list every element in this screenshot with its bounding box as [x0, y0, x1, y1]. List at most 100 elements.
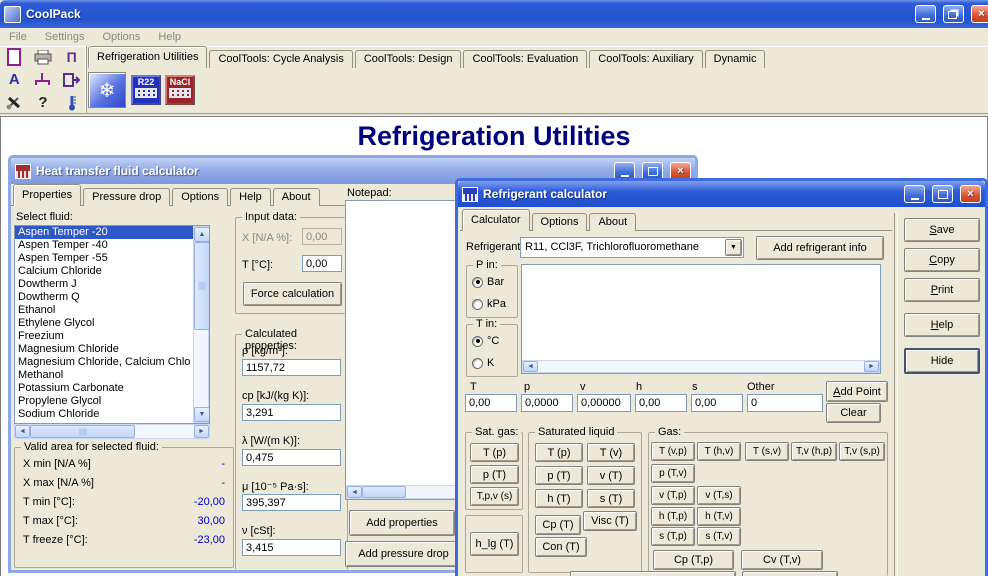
satliq-con-t-button[interactable]: Con (T): [535, 537, 587, 557]
gas-h-tp-button[interactable]: h (T,p): [651, 507, 695, 526]
cutoff-button[interactable]: [742, 571, 838, 576]
hlg-t-button[interactable]: h_lg (T): [470, 532, 519, 556]
exit-door-icon[interactable]: Π: [59, 47, 85, 68]
gas-t-hv-button[interactable]: T (h,v): [697, 442, 741, 461]
fluid-item[interactable]: Aspen Temper -55: [15, 252, 193, 265]
fluid-item[interactable]: Magnesium Chloride, Calcium Chlo: [15, 356, 193, 369]
fluid-item[interactable]: Potassium Carbonate: [15, 382, 193, 395]
menu-options[interactable]: Options: [93, 31, 149, 43]
p-field[interactable]: [521, 394, 573, 412]
minimize-button[interactable]: [915, 5, 936, 23]
scroll-right-arrow-icon[interactable]: ►: [194, 425, 209, 438]
refc-tab-about[interactable]: About: [589, 213, 636, 231]
scroll-left-arrow-icon[interactable]: ◄: [523, 361, 538, 372]
satliq-p-t-button[interactable]: p (T): [535, 466, 583, 485]
tab-cooltools-evaluation[interactable]: CoolTools: Evaluation: [463, 50, 587, 68]
menu-help[interactable]: Help: [149, 31, 190, 43]
scroll-left-arrow-icon[interactable]: ◄: [347, 486, 362, 498]
other-field[interactable]: [747, 394, 823, 412]
gas-t-vp-button[interactable]: T (v,p): [651, 442, 695, 461]
fluid-item[interactable]: Dowtherm Q: [15, 291, 193, 304]
refc-close-button[interactable]: ×: [960, 185, 981, 203]
print-button[interactable]: Print: [904, 278, 980, 302]
restore-button[interactable]: [943, 5, 964, 23]
clear-button[interactable]: Clear: [826, 403, 881, 423]
refc-minimize-button[interactable]: [904, 185, 925, 203]
dynamic-viscosity-field[interactable]: [242, 494, 341, 511]
gas-v-tp-button[interactable]: v (T,p): [651, 486, 695, 505]
fluid-item[interactable]: Ethylene Glycol: [15, 317, 193, 330]
r22-calculator-button[interactable]: R22: [131, 75, 161, 105]
p-in-bar-radio[interactable]: Bar: [472, 276, 504, 288]
add-point-button[interactable]: Add Point: [826, 381, 888, 402]
fluid-item[interactable]: Propylene Glycol: [15, 395, 193, 408]
hide-button[interactable]: Hide: [904, 348, 980, 374]
gas-cv-tv-button[interactable]: Cv (T,v): [741, 550, 823, 570]
fluid-item[interactable]: Sodium Chloride: [15, 408, 193, 421]
scroll-right-arrow-icon[interactable]: ►: [864, 361, 879, 372]
fluid-item[interactable]: Dowtherm J: [15, 278, 193, 291]
t-input-field[interactable]: [302, 255, 342, 272]
fluid-item[interactable]: Ethanol: [15, 304, 193, 317]
fluid-item[interactable]: Methanol: [15, 369, 193, 382]
tab-cooltools-cycle-analysis[interactable]: CoolTools: Cycle Analysis: [209, 50, 352, 68]
chart-tree-icon[interactable]: [30, 69, 56, 90]
gas-t-sv-button[interactable]: T (s,v): [745, 442, 789, 461]
s-field[interactable]: [691, 394, 743, 412]
cp-field[interactable]: [242, 404, 341, 421]
force-calculation-button[interactable]: Force calculation: [243, 282, 342, 306]
scroll-thumb[interactable]: [30, 425, 135, 438]
add-pressure-drop-button[interactable]: Add pressure drop: [345, 541, 462, 567]
combobox-dropdown-icon[interactable]: ▼: [725, 239, 742, 256]
tab-refrigeration-utilities[interactable]: Refrigeration Utilities: [88, 46, 207, 68]
gas-cp-tp-button[interactable]: Cp (T,p): [653, 550, 734, 570]
new-document-icon[interactable]: [1, 47, 27, 68]
font-icon[interactable]: A: [1, 69, 27, 90]
fluid-list-hscrollbar[interactable]: ◄ ►: [14, 424, 210, 439]
save-button[interactable]: Save: [904, 218, 980, 242]
add-refrigerant-info-button[interactable]: Add refrigerant info: [756, 236, 884, 260]
refc-tab-calculator[interactable]: Calculator: [462, 209, 530, 231]
htf-tab-about[interactable]: About: [273, 188, 320, 206]
fluid-item[interactable]: Aspen Temper -40: [15, 239, 193, 252]
satliq-s-t-button[interactable]: s (T): [587, 489, 635, 508]
satgas-tpv-s-button[interactable]: T,p,v (s): [470, 487, 519, 506]
t-field[interactable]: [465, 394, 517, 412]
help-icon[interactable]: ?: [30, 92, 56, 113]
kinematic-viscosity-field[interactable]: [242, 539, 341, 556]
scroll-up-arrow-icon[interactable]: ▲: [194, 227, 210, 242]
conductivity-field[interactable]: [242, 449, 341, 466]
gas-s-tv-button[interactable]: s (T,v): [697, 527, 741, 546]
results-output-area[interactable]: ◄ ►: [521, 264, 881, 374]
scroll-left-arrow-icon[interactable]: ◄: [15, 425, 30, 438]
fluid-item[interactable]: Magnesium Chloride: [15, 343, 193, 356]
tab-cooltools-auxiliary[interactable]: CoolTools: Auxiliary: [589, 50, 702, 68]
close-button[interactable]: ×: [971, 5, 988, 23]
refc-tab-options[interactable]: Options: [532, 213, 588, 231]
satgas-t-p-button[interactable]: T (p): [470, 443, 519, 462]
satliq-h-t-button[interactable]: h (T): [535, 489, 583, 508]
htf-tab-options[interactable]: Options: [172, 188, 228, 206]
satliq-t-v-button[interactable]: T (v): [587, 443, 635, 462]
scroll-down-arrow-icon[interactable]: ▼: [194, 407, 210, 422]
refc-titlebar[interactable]: Refrigerant calculator ×: [458, 181, 985, 207]
snowflake-tool-button[interactable]: ❄: [88, 72, 126, 108]
tab-cooltools-design[interactable]: CoolTools: Design: [355, 50, 462, 68]
main-titlebar[interactable]: CoolPack ×: [0, 0, 988, 28]
gas-p-tv-button[interactable]: p (T,v): [651, 464, 695, 483]
satliq-visc-t-button[interactable]: Visc (T): [583, 511, 637, 531]
htf-tab-properties[interactable]: Properties: [13, 184, 81, 206]
refrigerant-combobox[interactable]: R11, CCl3F, Trichlorofluoromethane ▼: [520, 237, 744, 258]
thermometer-icon[interactable]: [59, 92, 85, 113]
htf-tab-pressure-drop[interactable]: Pressure drop: [83, 188, 170, 206]
output-hscrollbar[interactable]: ◄ ►: [522, 360, 880, 373]
v-field[interactable]: [577, 394, 631, 412]
fluid-list-vscrollbar[interactable]: ▲ ▼: [193, 226, 209, 423]
density-field[interactable]: [242, 359, 341, 376]
satgas-p-t-button[interactable]: p (T): [470, 465, 519, 484]
refc-maximize-button[interactable]: [932, 185, 953, 203]
gas-s-tp-button[interactable]: s (T,p): [651, 527, 695, 546]
satliq-t-p-button[interactable]: T (p): [535, 443, 583, 462]
fluid-item[interactable]: Aspen Temper -20: [15, 226, 193, 239]
h-field[interactable]: [635, 394, 687, 412]
